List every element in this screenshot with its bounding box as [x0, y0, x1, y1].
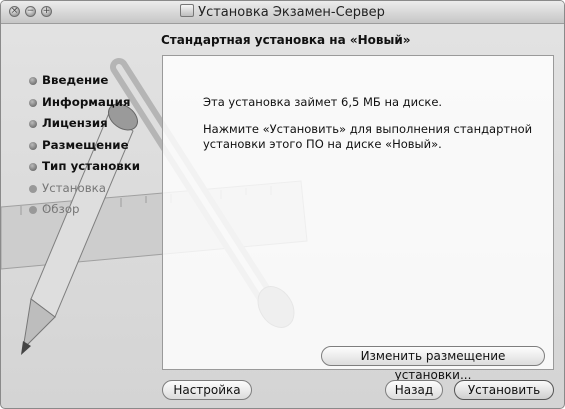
step-bullet-icon: [29, 98, 37, 107]
installer-window: × − + Установка Экзамен-Сервер Стандартн…: [0, 0, 565, 409]
step-license: Лицензия: [29, 116, 140, 138]
package-icon: [180, 4, 195, 17]
step-read-me: Информация: [29, 95, 140, 117]
title-bar: × − + Установка Экзамен-Сервер: [1, 1, 564, 24]
step-bullet-icon: [29, 120, 37, 128]
install-instructions-text: Нажмите «Установить» для выполнения стан…: [203, 122, 533, 151]
customize-button[interactable]: Настройка: [162, 380, 252, 400]
install-button[interactable]: Установить: [454, 380, 554, 400]
step-bullet-icon: [29, 184, 37, 193]
page-subtitle: Стандартная установка на «Новый»: [161, 33, 411, 47]
steps-sidebar: Введение Информация Лицензия Размещение …: [29, 73, 140, 224]
back-button[interactable]: Назад: [385, 380, 443, 400]
step-installation-type: Тип установки: [29, 159, 140, 181]
step-destination: Размещение: [29, 138, 140, 160]
step-bullet-icon: [29, 141, 37, 150]
content-panel: Эта установка займет 6,5 МБ на диске. На…: [162, 55, 554, 382]
step-installation: Установка: [29, 181, 140, 203]
step-summary: Обзор: [29, 202, 140, 224]
step-introduction: Введение: [29, 73, 140, 95]
step-bullet-icon: [29, 77, 37, 85]
install-size-text: Эта установка займет 6,5 МБ на диске.: [203, 95, 443, 109]
step-bullet-icon: [29, 206, 37, 214]
change-install-location-button[interactable]: Изменить размещение установки...: [321, 346, 545, 382]
step-bullet-icon: [29, 163, 37, 171]
window-title: Установка Экзамен-Сервер: [1, 4, 564, 20]
window-title-text: Установка Экзамен-Сервер: [198, 5, 385, 20]
